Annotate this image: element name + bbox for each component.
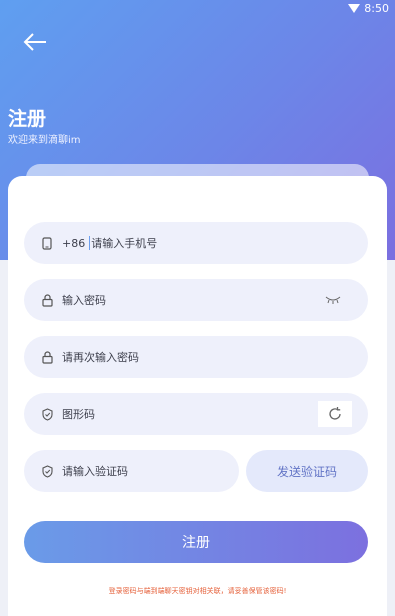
confirm-password-field[interactable]: 请再次输入密码 xyxy=(24,336,368,378)
send-code-button[interactable]: 发送验证码 xyxy=(246,450,368,492)
password-notice: 登录密码与端到端聊天密钥对相关联，请妥善保管该密码! xyxy=(108,587,287,595)
sms-code-field[interactable]: 请输入验证码 xyxy=(24,450,239,492)
password-input[interactable]: 输入密码 xyxy=(62,292,106,308)
phone-icon xyxy=(40,236,54,250)
country-code[interactable]: +86 xyxy=(62,237,85,250)
password-field[interactable]: 输入密码 xyxy=(24,279,368,321)
captcha-input[interactable]: 图形码 xyxy=(62,406,95,422)
status-bar: 8:50 xyxy=(0,0,395,18)
status-time: 8:50 xyxy=(364,2,389,15)
captcha-image[interactable] xyxy=(318,401,352,427)
sms-code-input[interactable]: 请输入验证码 xyxy=(62,463,128,479)
lock-icon xyxy=(40,293,54,307)
page-title: 注册 xyxy=(8,108,47,130)
confirm-password-input[interactable]: 请再次输入密码 xyxy=(62,349,139,365)
register-card: +86 请输入手机号 输入密码 请再次输入密码 图形码 请输入验证码 发送验证码… xyxy=(8,176,387,616)
page-subtitle: 欢迎来到滴聊im xyxy=(8,135,81,146)
lock-icon xyxy=(40,350,54,364)
register-button[interactable]: 注册 xyxy=(24,521,368,563)
refresh-icon[interactable] xyxy=(327,406,343,422)
back-arrow-icon[interactable] xyxy=(22,30,48,54)
captcha-field[interactable]: 图形码 xyxy=(24,393,368,435)
shield-icon xyxy=(40,407,54,421)
phone-input[interactable]: 请输入手机号 xyxy=(91,235,157,251)
phone-field[interactable]: +86 请输入手机号 xyxy=(24,222,368,264)
eye-closed-icon[interactable] xyxy=(324,293,342,305)
shield-icon xyxy=(40,464,54,478)
text-cursor xyxy=(89,236,91,250)
wifi-icon xyxy=(348,4,361,13)
